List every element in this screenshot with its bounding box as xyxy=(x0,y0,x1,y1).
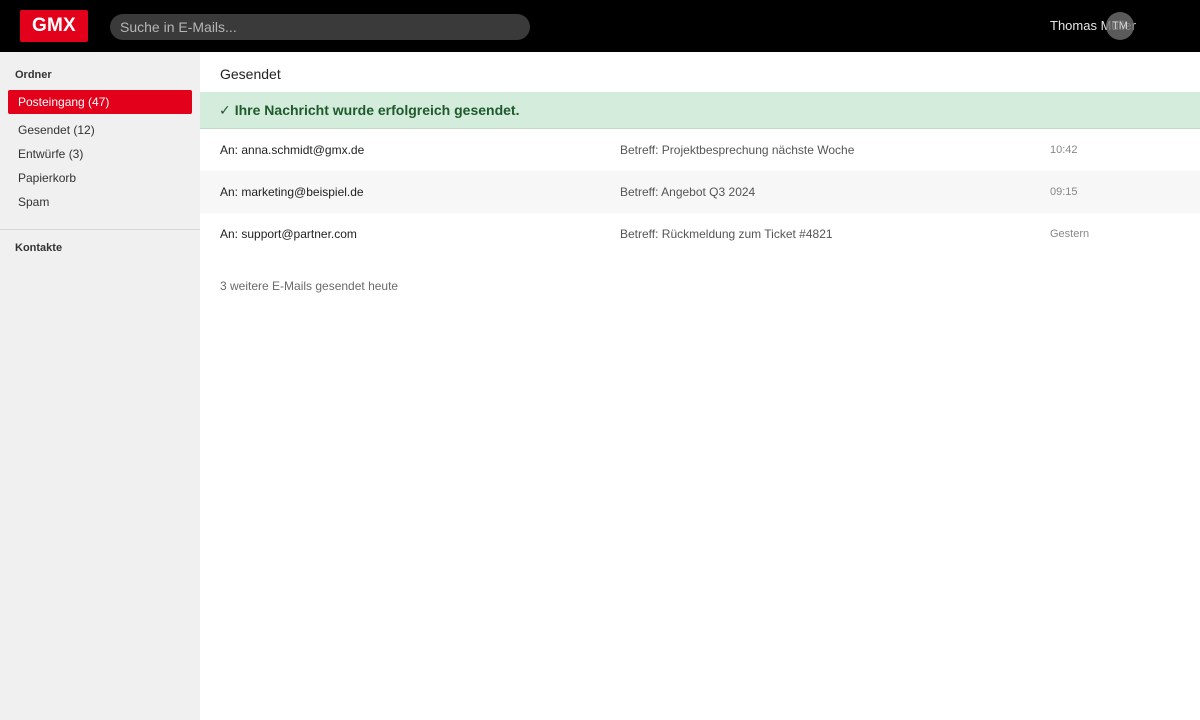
sidebar-item-contacts[interactable]: Kontakte xyxy=(15,242,62,254)
folder-list: Posteingang (47) Gesendet (12) Entwürfe … xyxy=(8,90,192,214)
mail-time: 10:42 xyxy=(1050,144,1078,156)
mail-time: Gestern xyxy=(1050,228,1090,240)
mail-list: An: anna.schmidt@gmx.de Betreff: Projekt… xyxy=(200,129,1200,255)
check-icon: ✓ xyxy=(219,102,231,118)
sidebar-item-spam[interactable]: Spam xyxy=(8,190,192,214)
sidebar-divider xyxy=(0,229,200,230)
success-banner: ✓ Ihre Nachricht wurde erfolgreich gesend… xyxy=(200,92,1200,129)
mail-row[interactable]: An: marketing@beispiel.de Betreff: Angeb… xyxy=(200,171,1200,213)
folders-heading: Ordner xyxy=(15,69,52,81)
mail-row[interactable]: An: anna.schmidt@gmx.de Betreff: Projekt… xyxy=(200,129,1200,171)
sidebar-item-sent[interactable]: Gesendet (12) xyxy=(8,118,192,142)
mail-subject: Betreff: Rückmeldung zum Ticket #4821 xyxy=(620,227,833,241)
mail-recipient: An: support@partner.com xyxy=(220,227,357,241)
sidebar-item-trash[interactable]: Papierkorb xyxy=(8,166,192,190)
mail-subject: Betreff: Angebot Q3 2024 xyxy=(620,185,756,199)
mail-time: 09:15 xyxy=(1050,186,1078,198)
search-input[interactable] xyxy=(110,14,530,40)
avatar[interactable]: TM xyxy=(1106,12,1134,40)
mail-recipient: An: anna.schmidt@gmx.de xyxy=(220,143,365,157)
mail-row[interactable]: An: support@partner.com Betreff: Rückmel… xyxy=(200,213,1200,255)
sidebar-item-drafts[interactable]: Entwürfe (3) xyxy=(8,142,192,166)
page-title: Gesendet xyxy=(220,66,281,82)
more-sent-info: 3 weitere E-Mails gesendet heute xyxy=(220,279,399,293)
mail-subject: Betreff: Projektbesprechung nächste Woch… xyxy=(620,143,855,157)
main-content: Gesendet ✓ Ihre Nachricht wurde erfolgrei… xyxy=(200,52,1200,720)
mail-recipient: An: marketing@beispiel.de xyxy=(220,185,364,199)
gmx-logo[interactable]: GMX xyxy=(20,10,88,42)
sidebar-item-inbox[interactable]: Posteingang (47) xyxy=(8,90,192,114)
sidebar: Ordner Posteingang (47) Gesendet (12) En… xyxy=(0,52,200,720)
success-message: Ihre Nachricht wurde erfolgreich gesende… xyxy=(234,102,520,118)
top-bar: GMX Thomas Müller TM xyxy=(0,0,1200,52)
